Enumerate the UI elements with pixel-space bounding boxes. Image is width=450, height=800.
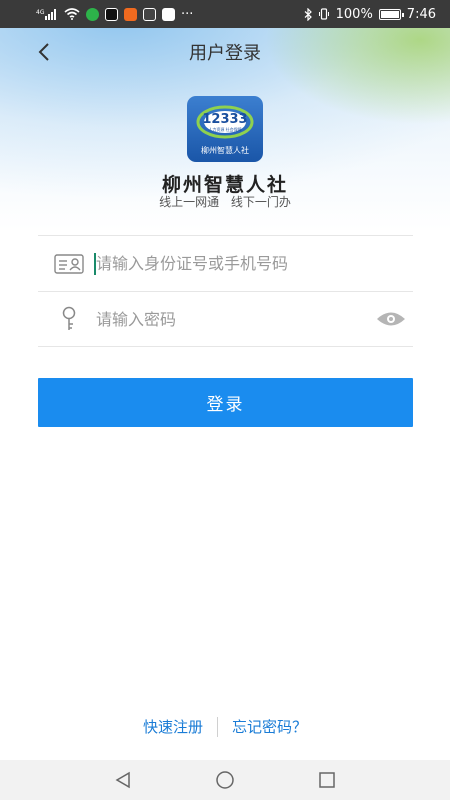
password-field-row	[38, 291, 413, 347]
login-form	[38, 235, 413, 347]
bottom-links: 快速注册 忘记密码？	[0, 716, 450, 737]
logo-tagline: 人力资源 社会保障	[208, 126, 241, 132]
password-input[interactable]	[90, 299, 373, 339]
link-divider	[217, 716, 218, 737]
nav-recents-icon[interactable]	[315, 768, 339, 792]
app-slogan: 线上一网通 线下一门办	[159, 195, 291, 209]
forgot-password-link[interactable]: 忘记密码？	[232, 716, 307, 737]
app-header: 用户登录	[0, 28, 450, 76]
id-input[interactable]	[90, 243, 413, 284]
system-nav-bar	[0, 760, 450, 800]
battery-percent: 100%	[335, 6, 373, 22]
back-button[interactable]	[30, 38, 58, 66]
id-field-row	[38, 235, 413, 291]
network-type: 4G	[36, 9, 45, 16]
vibrate-icon	[318, 7, 330, 21]
battery-icon	[378, 8, 404, 20]
status-bar: 4G ··· 100% 7:46	[0, 0, 450, 28]
text-caret	[94, 253, 96, 275]
id-card-icon	[48, 253, 90, 274]
notification-app-icon	[143, 7, 156, 21]
app-logo: 12333 人力资源 社会保障 柳州智慧人社	[187, 96, 263, 162]
video-app-icon	[124, 7, 137, 21]
nav-back-icon[interactable]	[111, 768, 135, 792]
logo-caption: 柳州智慧人社	[201, 145, 249, 155]
wechat-icon	[86, 7, 99, 21]
key-icon	[48, 306, 90, 332]
tiktok-icon	[105, 7, 118, 21]
show-password-icon[interactable]	[373, 311, 409, 327]
chevron-left-icon	[38, 43, 49, 61]
status-left: 4G ···	[36, 7, 193, 22]
browser-app-icon	[162, 7, 175, 21]
status-right: 100% 7:46	[304, 7, 436, 22]
login-button[interactable]: 登录	[38, 378, 413, 427]
bluetooth-icon	[304, 7, 312, 21]
clock: 7:46	[406, 6, 436, 22]
nav-home-icon[interactable]	[213, 768, 237, 792]
wifi-icon	[64, 7, 80, 21]
page-title: 用户登录	[189, 43, 261, 64]
signal-icon: 4G	[36, 7, 58, 21]
more-notifications-icon: ···	[181, 6, 194, 22]
logo-number: 12333	[202, 112, 247, 127]
register-link[interactable]: 快速注册	[143, 716, 203, 737]
